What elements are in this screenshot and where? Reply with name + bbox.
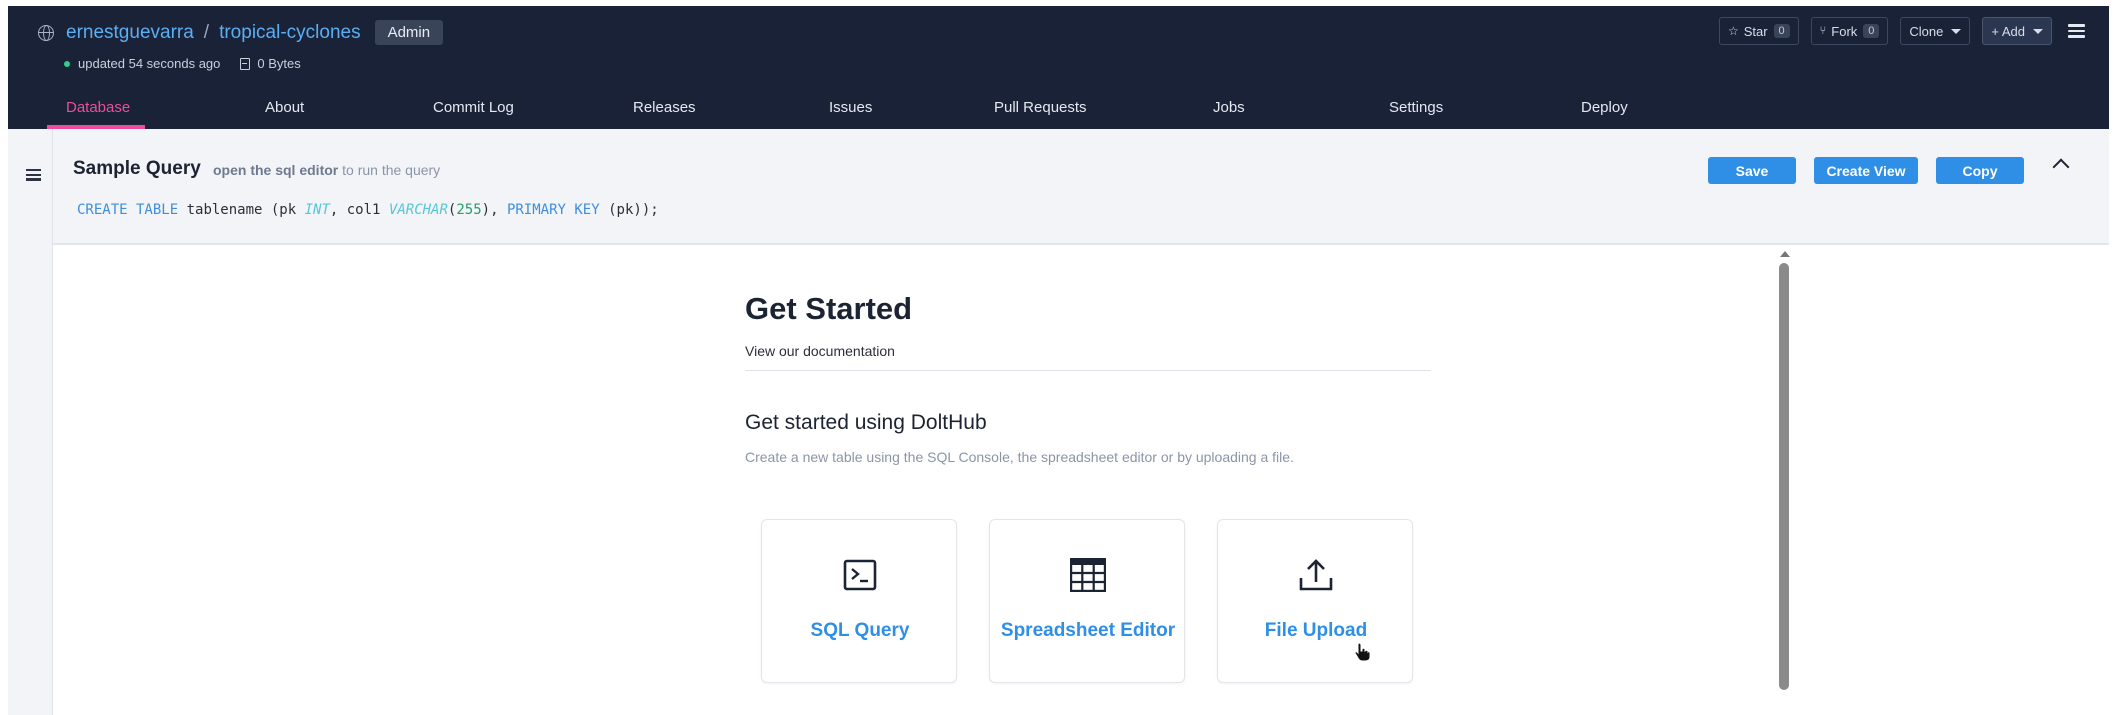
clone-label: Clone bbox=[1909, 23, 1944, 39]
create-view-button[interactable]: Create View bbox=[1814, 157, 1918, 184]
star-button[interactable]: ☆ Star 0 bbox=[1718, 17, 1799, 45]
chevron-down-icon bbox=[2033, 28, 2043, 34]
fork-icon: ⑂ bbox=[1819, 25, 1827, 37]
code-type: VARCHAR bbox=[388, 202, 448, 218]
star-icon: ☆ bbox=[1727, 24, 1739, 38]
tab-issues[interactable]: Issues bbox=[829, 99, 872, 116]
sidebar-toggle-icon[interactable] bbox=[26, 166, 41, 183]
documentation-link[interactable]: View our documentation bbox=[745, 343, 895, 359]
tab-about[interactable]: About bbox=[265, 99, 304, 116]
star-label: Star bbox=[1743, 23, 1768, 39]
status-dot-icon bbox=[64, 60, 70, 67]
main-content: Get Started View our documentation Get s… bbox=[53, 245, 1793, 715]
query-hint: open the sql editor to run the query bbox=[213, 162, 440, 178]
repo-meta: updated 54 seconds ago 0 Bytes bbox=[64, 56, 301, 71]
chevron-down-icon bbox=[1951, 28, 1962, 34]
save-button[interactable]: Save bbox=[1708, 157, 1796, 184]
fork-button[interactable]: ⑂ Fork 0 bbox=[1810, 17, 1889, 45]
code-text: , col1 bbox=[329, 202, 389, 218]
code-text: ), bbox=[481, 202, 507, 218]
file-upload-card[interactable]: File Upload bbox=[1217, 519, 1413, 683]
left-sidebar bbox=[8, 129, 53, 715]
sql-query-label: SQL Query bbox=[810, 620, 910, 641]
spreadsheet-editor-card[interactable]: Spreadsheet Editor bbox=[989, 519, 1185, 683]
code-type: INT bbox=[304, 202, 330, 218]
tab-releases[interactable]: Releases bbox=[633, 99, 696, 116]
table-grid-icon bbox=[1070, 558, 1106, 592]
terminal-icon bbox=[843, 559, 877, 591]
repo-breadcrumb: ernestguevarra / tropical-cyclones Admin bbox=[38, 20, 444, 45]
scrollbar-thumb[interactable] bbox=[1779, 263, 1789, 690]
header-actions: ☆ Star 0 ⑂ Fork 0 Clone + Add bbox=[1718, 17, 2109, 45]
add-label: + Add bbox=[1991, 23, 2025, 39]
sql-query-card[interactable]: SQL Query bbox=[761, 519, 957, 683]
fork-label: Fork bbox=[1831, 23, 1858, 39]
scrollbar[interactable] bbox=[1777, 251, 1791, 715]
tab-deploy[interactable]: Deploy bbox=[1581, 99, 1628, 116]
tab-database[interactable]: Database bbox=[66, 99, 130, 116]
chevron-up-icon[interactable] bbox=[2052, 158, 2070, 176]
upload-icon bbox=[1299, 559, 1333, 591]
clone-button[interactable]: Clone bbox=[1900, 17, 1971, 45]
fork-count: 0 bbox=[1863, 24, 1880, 38]
code-text: tablename (pk bbox=[178, 202, 305, 218]
section-description: Create a new table using the SQL Console… bbox=[745, 449, 1294, 465]
code-keyword: CREATE TABLE bbox=[77, 202, 179, 218]
file-size-icon bbox=[240, 57, 251, 70]
scroll-up-icon[interactable] bbox=[1780, 251, 1790, 257]
query-title: Sample Query bbox=[73, 158, 201, 179]
updated-text: updated 54 seconds ago bbox=[78, 56, 221, 71]
role-badge: Admin bbox=[374, 20, 444, 45]
app-window: ernestguevarra / tropical-cyclones Admin… bbox=[8, 6, 2109, 715]
code-number: 255 bbox=[456, 202, 482, 218]
owner-link[interactable]: ernestguevarra bbox=[66, 22, 194, 44]
query-hint-text: to run the query bbox=[338, 162, 441, 178]
repo-nav: Database About Commit Log Releases Issue… bbox=[8, 84, 2109, 129]
open-sql-editor-link[interactable]: open the sql editor bbox=[213, 162, 338, 178]
code-text: (pk)); bbox=[599, 202, 659, 218]
spreadsheet-editor-label: Spreadsheet Editor bbox=[1000, 620, 1176, 641]
star-count: 0 bbox=[1773, 24, 1790, 38]
page-title: Get Started bbox=[745, 291, 913, 326]
section-title: Get started using DoltHub bbox=[745, 411, 987, 434]
file-upload-label: File Upload bbox=[1264, 620, 1368, 641]
tab-pull-requests[interactable]: Pull Requests bbox=[994, 99, 1087, 116]
divider bbox=[745, 370, 1431, 371]
code-keyword: PRIMARY KEY bbox=[506, 202, 600, 218]
menu-icon[interactable] bbox=[2068, 21, 2085, 41]
hand-cursor-icon bbox=[1354, 642, 1371, 662]
add-button[interactable]: + Add bbox=[1982, 17, 2052, 45]
sample-query-panel: Sample Query open the sql editor to run … bbox=[53, 129, 2109, 245]
repo-header: ernestguevarra / tropical-cyclones Admin… bbox=[8, 6, 2109, 129]
copy-button[interactable]: Copy bbox=[1936, 157, 2024, 184]
tab-jobs[interactable]: Jobs bbox=[1213, 99, 1245, 116]
repo-link[interactable]: tropical-cyclones bbox=[219, 22, 361, 44]
tab-settings[interactable]: Settings bbox=[1389, 99, 1443, 116]
size-text: 0 Bytes bbox=[257, 56, 301, 71]
globe-icon bbox=[38, 24, 54, 41]
breadcrumb-separator: / bbox=[203, 21, 210, 43]
query-code[interactable]: CREATE TABLE tablename (pk INT, col1 VAR… bbox=[77, 202, 659, 218]
tab-commit-log[interactable]: Commit Log bbox=[433, 99, 514, 116]
